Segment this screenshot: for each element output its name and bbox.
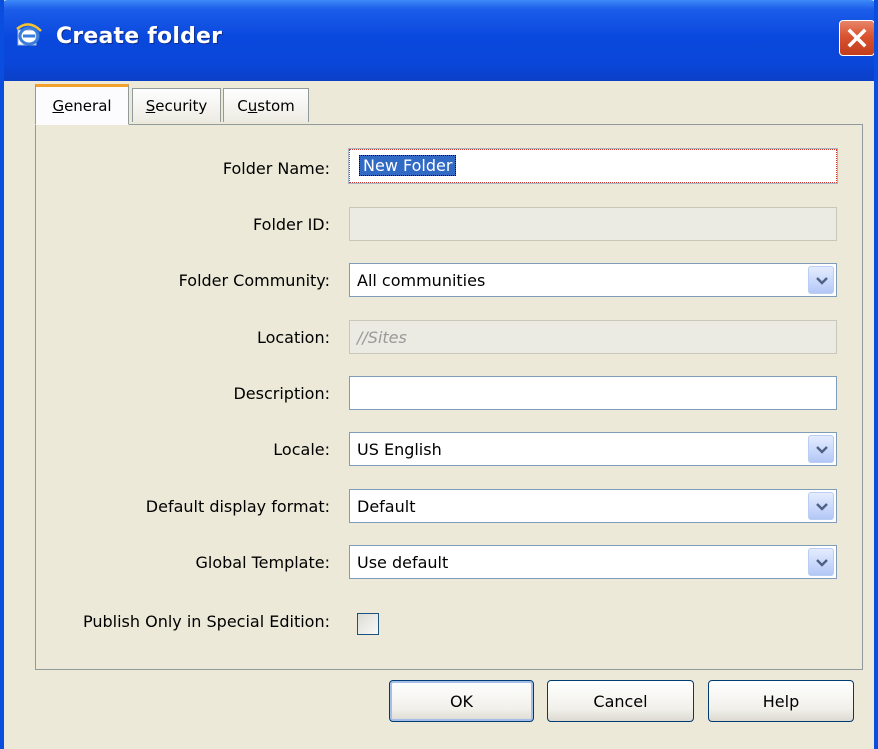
tab-custom-label: Custom	[237, 96, 295, 115]
folder-name-label: Folder Name:	[222, 159, 330, 178]
chevron-down-icon	[816, 503, 828, 511]
dialog-title: Create folder	[56, 24, 223, 49]
close-icon	[847, 28, 867, 48]
global-template-dropdown-button[interactable]	[808, 548, 834, 576]
folder-community-value: All communities	[357, 271, 486, 290]
close-button[interactable]	[839, 20, 875, 56]
publish-special-checkbox[interactable]	[357, 613, 379, 635]
tab-custom[interactable]: Custom	[223, 88, 309, 122]
publish-special-label: Publish Only in Special Edition:	[82, 612, 330, 631]
display-format-dropdown-button[interactable]	[808, 492, 834, 520]
location-label: Location:	[256, 328, 330, 347]
location-input: //Sites	[349, 320, 837, 354]
folder-community-dropdown-button[interactable]	[808, 266, 834, 294]
tab-security-label: Security	[145, 96, 208, 115]
global-template-value: Use default	[357, 553, 449, 572]
locale-value: US English	[357, 440, 442, 459]
ie-logo-icon	[15, 23, 43, 49]
cancel-button[interactable]: Cancel	[547, 680, 694, 722]
folder-id-input	[349, 207, 837, 241]
description-label: Description:	[233, 384, 330, 403]
folder-community-select[interactable]: All communities	[349, 263, 837, 297]
title-bar[interactable]: Create folder	[0, 0, 878, 81]
tab-general-label: General	[52, 96, 112, 115]
location-value: //Sites	[357, 328, 407, 347]
global-template-label: Global Template:	[195, 553, 330, 572]
tab-general[interactable]: General	[35, 84, 129, 125]
chevron-down-icon	[816, 559, 828, 567]
locale-label: Locale:	[273, 440, 330, 459]
window-border-left	[0, 0, 4, 749]
chevron-down-icon	[816, 446, 828, 454]
window-border-right	[874, 0, 878, 749]
help-button[interactable]: Help	[708, 680, 854, 722]
ok-button[interactable]: OK	[389, 680, 534, 722]
description-input[interactable]	[349, 376, 837, 410]
folder-name-value: New Folder	[359, 155, 457, 176]
global-template-select[interactable]: Use default	[349, 545, 837, 579]
display-format-value: Default	[357, 497, 416, 516]
folder-id-label: Folder ID:	[253, 215, 330, 234]
tab-security[interactable]: Security	[132, 88, 221, 122]
folder-name-input[interactable]: New Folder	[348, 148, 838, 184]
display-format-select[interactable]: Default	[349, 489, 837, 523]
display-format-label: Default display format:	[145, 497, 330, 516]
locale-dropdown-button[interactable]	[808, 435, 834, 463]
create-folder-dialog: Create folder General Security Custom Fo…	[0, 0, 878, 749]
folder-community-label: Folder Community:	[178, 271, 330, 290]
chevron-down-icon	[816, 277, 828, 285]
locale-select[interactable]: US English	[349, 432, 837, 466]
